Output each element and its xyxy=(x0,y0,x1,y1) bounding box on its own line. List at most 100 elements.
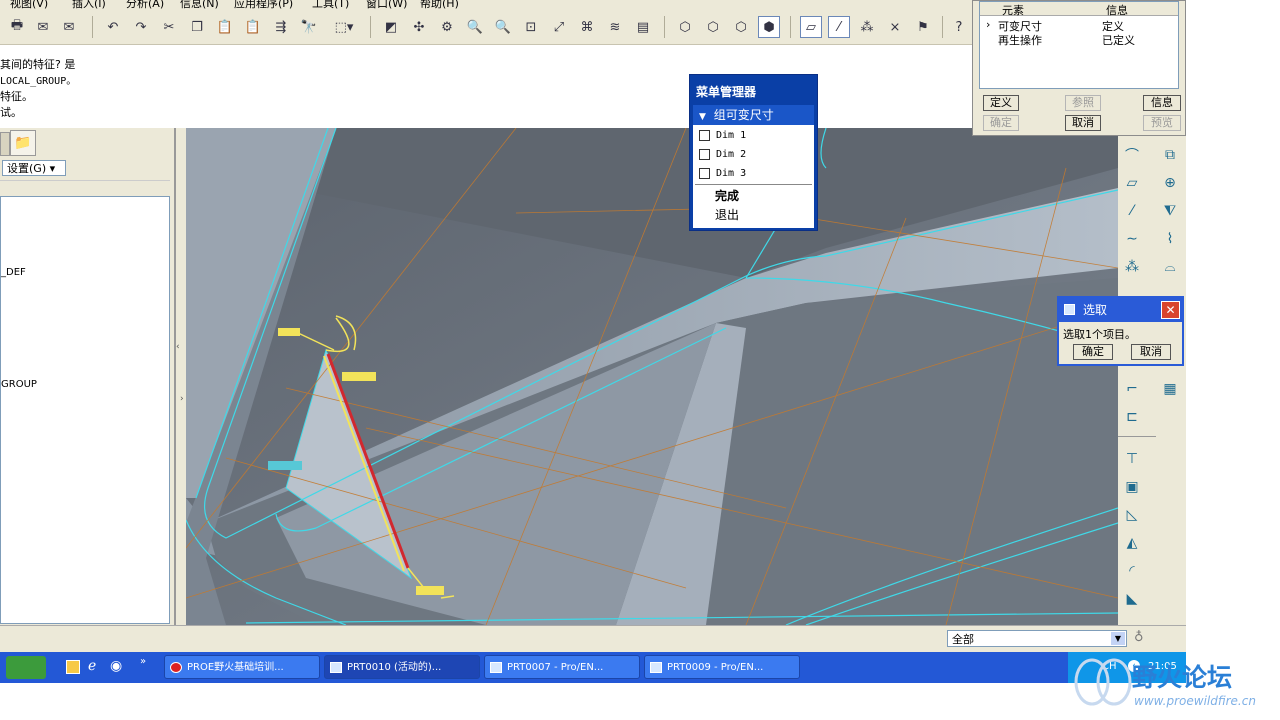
orient-mode-icon[interactable]: ⚙ xyxy=(436,16,458,38)
datum-point-icon[interactable]: ⁂ xyxy=(1120,256,1144,278)
panel-splitter[interactable]: ‹ › xyxy=(175,128,186,625)
merge-icon[interactable]: ⧨ xyxy=(1158,200,1182,222)
mail-icon[interactable]: ✉ xyxy=(32,16,54,38)
list-item[interactable]: 再生操作 已定义 xyxy=(980,32,1178,47)
draft-tool-icon[interactable]: ◭ xyxy=(1120,532,1144,554)
taskbar-task[interactable]: PROE野火基础培训... xyxy=(164,655,320,679)
taskbar-task[interactable]: PRT0010 (活动的)... xyxy=(324,655,480,679)
close-icon[interactable]: ✕ xyxy=(1161,301,1180,319)
datum-points-icon[interactable]: ⁂ xyxy=(856,16,878,38)
menu-item-view[interactable]: 视图(V) xyxy=(10,0,48,10)
menu-item-tools[interactable]: 工具(T) xyxy=(312,0,349,10)
context-help-icon[interactable]: ? xyxy=(948,16,970,38)
grid-icon[interactable]: ▦ xyxy=(1158,378,1182,400)
dim-1-checkbox[interactable]: Dim 1 xyxy=(699,130,746,141)
quit-item[interactable]: 退出 xyxy=(715,206,739,223)
trim-icon[interactable]: ⌇ xyxy=(1158,228,1182,250)
taskbar-task[interactable]: PRT0007 - Pro/EN... xyxy=(484,655,640,679)
coordinate-system-icon[interactable]: ⌐ xyxy=(1120,378,1144,400)
paste-special-icon[interactable]: 📋 xyxy=(242,16,264,38)
graphics-viewport[interactable] xyxy=(186,128,1118,625)
dim-3-checkbox[interactable]: Dim 3 xyxy=(699,168,746,179)
dimension-label[interactable] xyxy=(342,372,376,381)
datum-axis-icon[interactable]: ⁄ xyxy=(1120,200,1144,222)
more-icon[interactable]: » xyxy=(140,656,146,667)
undo-icon[interactable]: ↶ xyxy=(102,16,124,38)
mirror-tool-icon[interactable]: ⊕ xyxy=(1158,172,1182,194)
browser-icon[interactable]: ℯ xyxy=(88,658,96,674)
datum-curve-icon[interactable]: ∼ xyxy=(1120,228,1144,250)
shell-tool-icon[interactable]: ▣ xyxy=(1120,476,1144,498)
ok-button[interactable]: 确定 xyxy=(983,115,1019,131)
menu-item-window[interactable]: 窗口(W) xyxy=(366,0,407,10)
refit-icon[interactable]: ⊡ xyxy=(520,16,542,38)
cancel-button[interactable]: 取消 xyxy=(1065,115,1101,131)
selection-filter-dropdown[interactable]: 全部 ▼ xyxy=(947,630,1127,647)
start-button[interactable] xyxy=(6,656,46,679)
menu-item-help[interactable]: 帮助(H) xyxy=(420,0,459,10)
datum-axes-icon[interactable]: ⁄ xyxy=(828,16,850,38)
print-icon[interactable]: 🖶 xyxy=(6,16,28,38)
references-button[interactable]: 参照 xyxy=(1065,95,1101,111)
media-player-icon[interactable]: ◉ xyxy=(110,658,122,674)
saved-views-icon[interactable]: ⌘ xyxy=(576,16,598,38)
spin-center-icon[interactable]: ✣ xyxy=(408,16,430,38)
chamfer-tool-icon[interactable]: ◣ xyxy=(1120,588,1144,610)
tree-item[interactable]: GROUP xyxy=(1,379,37,390)
datum-plane-icon[interactable]: ▱ xyxy=(1120,172,1144,194)
mail-attach-icon[interactable]: ✉ xyxy=(58,16,80,38)
expand-right-icon[interactable]: › xyxy=(180,394,184,404)
dimension-label[interactable] xyxy=(268,461,302,470)
view-manager-icon[interactable]: ▤ xyxy=(632,16,654,38)
copy-feature-icon[interactable]: ⧉ xyxy=(1158,144,1182,166)
submenu-header[interactable]: ▼ 组可变尺寸 xyxy=(693,105,814,125)
define-button[interactable]: 定义 xyxy=(983,95,1019,111)
tree-item[interactable]: _DEF xyxy=(1,267,26,278)
selection-box-icon[interactable]: ⬚▾ xyxy=(326,16,362,38)
no-hidden-icon[interactable]: ⬡ xyxy=(730,16,752,38)
zoom-in-icon[interactable]: 🔍 xyxy=(464,16,486,38)
datum-planes-icon[interactable]: ▱ xyxy=(800,16,822,38)
annotation-icon[interactable]: ⚑ xyxy=(912,16,934,38)
list-item[interactable]: › 可变尺寸 定义 xyxy=(980,18,1178,33)
paste-icon[interactable]: 📋 xyxy=(214,16,236,38)
ok-button[interactable]: 确定 xyxy=(1073,344,1113,360)
redo-icon[interactable]: ↷ xyxy=(130,16,152,38)
repaint-icon[interactable]: ◩ xyxy=(380,16,402,38)
dimension-label[interactable] xyxy=(278,328,300,336)
chevron-down-icon[interactable]: ▼ xyxy=(1111,632,1125,645)
coordinate-systems-icon[interactable]: ⨯ xyxy=(884,16,906,38)
regenerate-icon[interactable]: ⇶ xyxy=(270,16,292,38)
cut-icon[interactable]: ✂ xyxy=(158,16,180,38)
collapse-left-icon[interactable]: ‹ xyxy=(176,342,180,352)
wireframe-icon[interactable]: ⬡ xyxy=(674,16,696,38)
panel-tab[interactable] xyxy=(0,132,10,156)
dim-2-checkbox[interactable]: Dim 2 xyxy=(699,149,746,160)
desktop-icon[interactable] xyxy=(66,660,80,674)
dimension-label[interactable] xyxy=(416,586,444,595)
taskbar-task[interactable]: PRT0009 - Pro/EN... xyxy=(644,655,800,679)
info-button[interactable]: 信息 xyxy=(1143,95,1181,111)
hole-tool-icon[interactable]: ⊤ xyxy=(1120,448,1144,470)
menu-item-info[interactable]: 信息(N) xyxy=(180,0,219,10)
extend-icon[interactable]: ⌓ xyxy=(1158,256,1182,278)
menu-item-applications[interactable]: 应用程序(P) xyxy=(234,0,293,10)
settings-dropdown[interactable]: 设置(G) ▾ xyxy=(2,160,66,176)
analysis-feature-icon[interactable]: ⊏ xyxy=(1120,406,1144,428)
menu-item-analysis[interactable]: 分析(A) xyxy=(126,0,164,10)
rib-tool-icon[interactable]: ◺ xyxy=(1120,504,1144,526)
copy-icon[interactable]: ❐ xyxy=(186,16,208,38)
reorient-icon[interactable]: ⤢ xyxy=(548,16,570,38)
preview-button[interactable]: 预览 xyxy=(1143,115,1181,131)
done-item[interactable]: 完成 xyxy=(715,187,739,204)
hidden-line-icon[interactable]: ⬡ xyxy=(702,16,724,38)
folder-browser-icon[interactable]: 📁 xyxy=(10,130,36,156)
zoom-out-icon[interactable]: 🔍 xyxy=(492,16,514,38)
find-icon[interactable]: 🔭 xyxy=(298,16,320,38)
cancel-button[interactable]: 取消 xyxy=(1131,344,1171,360)
sketch-tool-icon[interactable]: ⌒ xyxy=(1120,144,1144,166)
layers-icon[interactable]: ≋ xyxy=(604,16,626,38)
menu-item-insert[interactable]: 插入(I) xyxy=(72,0,106,10)
round-tool-icon[interactable]: ◜ xyxy=(1120,560,1144,582)
shading-icon[interactable]: ⬢ xyxy=(758,16,780,38)
